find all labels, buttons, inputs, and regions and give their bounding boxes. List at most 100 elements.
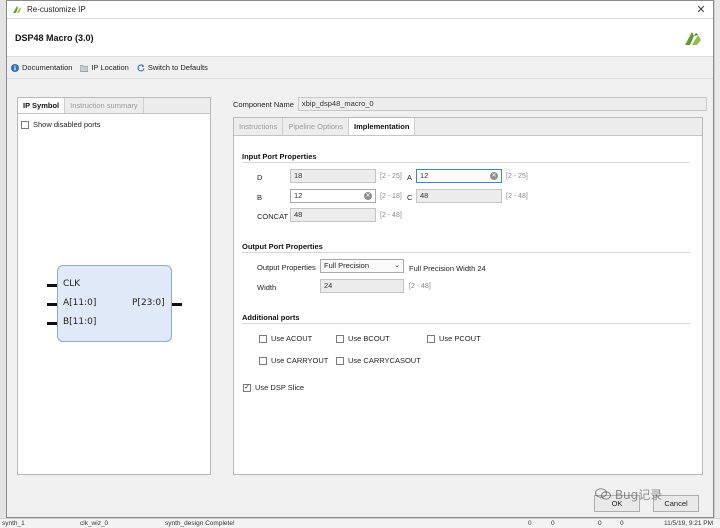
use-bcout-label: Use BCOUT (348, 334, 390, 343)
info-icon (11, 63, 19, 72)
a-label: A (407, 173, 413, 182)
vivado-app-icon (12, 5, 22, 15)
use-acout-checkbox[interactable] (259, 334, 267, 343)
d-label: D (257, 173, 263, 182)
b-range: [2 - 18] (380, 193, 402, 200)
refresh-icon (137, 63, 145, 72)
port-label-p: P[23:0] (132, 298, 165, 308)
title-bar: Re-customize IP ✕ (7, 1, 713, 19)
switch-to-defaults-button[interactable]: Switch to Defaults (137, 63, 208, 72)
bg-cell: synth_1 (2, 520, 25, 527)
p-port-pin (172, 303, 182, 306)
b-label: B (257, 193, 263, 202)
output-properties-label: Output Properties (257, 263, 316, 272)
port-label-clk: CLK (63, 279, 81, 289)
concat-width-field: 48 (290, 208, 376, 222)
bg-cell: 0 (551, 520, 555, 527)
use-pcout-row[interactable]: Use PCOUT (427, 334, 481, 343)
port-label-a: A[11:0] (63, 298, 97, 308)
use-dsp-slice-label: Use DSP Slice (255, 383, 305, 392)
output-port-properties-title: Output Port Properties (242, 242, 323, 251)
bg-cell: synth_design Complete! (165, 520, 235, 527)
a-width-field[interactable]: 12 ✕ (416, 169, 502, 183)
width-label: Width (257, 283, 277, 292)
bg-cell: 11/5/19, 9:21 PM (664, 520, 714, 527)
documentation-button[interactable]: Documentation (11, 63, 72, 72)
a-port-pin (47, 303, 57, 306)
re-customize-ip-dialog: Re-customize IP ✕ DSP48 Macro (3.0) Docu… (6, 0, 714, 518)
ip-title: DSP48 Macro (3.0) (15, 33, 94, 43)
use-pcout-checkbox[interactable] (427, 334, 435, 343)
port-label-b: B[11:0] (63, 317, 97, 327)
section-divider (242, 162, 690, 163)
vivado-logo-icon (683, 29, 703, 49)
c-width-field: 48 (416, 189, 502, 203)
full-precision-width-text: Full Precision Width 24 (409, 264, 486, 273)
c-range: [2 - 48] (506, 193, 528, 200)
additional-ports-title: Additional ports (242, 313, 300, 322)
output-properties-value: Full Precision (324, 261, 370, 270)
tab-instructions[interactable]: Instructions (234, 118, 284, 135)
input-port-properties-title: Input Port Properties (242, 152, 317, 161)
tab-ip-symbol[interactable]: IP Symbol (18, 98, 66, 113)
show-disabled-ports-label: Show disabled ports (33, 120, 101, 129)
background-runs-table-row: synth_1 clk_wiz_0 synth_design Complete!… (0, 518, 720, 528)
bg-cell: 0 (528, 520, 532, 527)
ip-header: DSP48 Macro (3.0) (7, 19, 713, 57)
use-carryout-label: Use CARRYOUT (271, 356, 329, 365)
bg-cell: 0 (598, 520, 602, 527)
use-dsp-slice-row[interactable]: ✓ Use DSP Slice (243, 383, 304, 392)
use-carrycasout-checkbox[interactable] (336, 356, 344, 365)
use-carrycasout-row[interactable]: Use CARRYCASOUT (336, 356, 421, 365)
use-bcout-checkbox[interactable] (336, 334, 344, 343)
left-panel: IP Symbol Instruction summary Show disab… (17, 97, 211, 475)
use-carryout-row[interactable]: Use CARRYOUT (259, 356, 328, 365)
c-label: C (407, 193, 413, 202)
d-range: [2 - 25] (380, 173, 402, 180)
ip-toolbar: Documentation IP Location Switch to Defa… (7, 57, 713, 79)
use-bcout-row[interactable]: Use BCOUT (336, 334, 390, 343)
b-port-pin (47, 322, 57, 325)
b-width-field[interactable]: 12 ✕ (290, 189, 376, 203)
documentation-label: Documentation (22, 63, 73, 72)
background-ide-right-edge (714, 0, 720, 528)
ip-location-button[interactable]: IP Location (80, 63, 129, 72)
a-width-value: 12 (420, 171, 429, 180)
clk-port-pin (47, 284, 57, 287)
b-width-value: 12 (294, 191, 303, 200)
bg-cell: 0 (620, 520, 624, 527)
section-divider (242, 252, 690, 253)
use-acout-row[interactable]: Use ACOUT (259, 334, 312, 343)
clear-icon[interactable]: ✕ (490, 172, 498, 180)
ip-location-label: IP Location (91, 63, 129, 72)
component-name-field[interactable]: xbip_dsp48_macro_0 (297, 97, 707, 111)
use-pcout-label: Use PCOUT (439, 334, 481, 343)
show-disabled-ports-row[interactable]: Show disabled ports (21, 120, 101, 129)
component-name-row: Component Name xbip_dsp48_macro_0 (233, 97, 707, 111)
use-carryout-checkbox[interactable] (259, 356, 267, 365)
chevron-down-icon: ⌄ (394, 262, 400, 269)
clear-icon[interactable]: ✕ (364, 192, 372, 200)
use-acout-label: Use ACOUT (271, 334, 313, 343)
tab-instruction-summary[interactable]: Instruction summary (65, 98, 144, 113)
output-width-range: [2 - 48] (409, 283, 431, 290)
concat-label: CONCAT (257, 212, 289, 221)
output-width-field: 24 (320, 279, 404, 293)
use-dsp-slice-checkbox[interactable]: ✓ (243, 383, 251, 392)
show-disabled-ports-checkbox[interactable] (21, 120, 29, 129)
a-range: [2 - 25] (506, 173, 528, 180)
component-name-label: Component Name (233, 99, 294, 109)
close-icon[interactable]: ✕ (689, 1, 713, 19)
tab-implementation[interactable]: Implementation (348, 118, 416, 135)
left-tabs: IP Symbol Instruction summary (18, 98, 210, 114)
right-panel: Instructions Pipeline Options Implementa… (233, 117, 703, 475)
d-width-field: 18 (290, 169, 376, 183)
concat-range: [2 - 48] (380, 212, 402, 219)
output-properties-select[interactable]: Full Precision ⌄ (320, 259, 404, 273)
cancel-button[interactable]: Cancel (653, 495, 699, 512)
section-divider (242, 323, 690, 324)
window-title: Re-customize IP (27, 5, 86, 14)
tab-pipeline-options[interactable]: Pipeline Options (283, 118, 349, 135)
folder-icon (80, 64, 89, 72)
ok-button[interactable]: OK (594, 495, 640, 512)
